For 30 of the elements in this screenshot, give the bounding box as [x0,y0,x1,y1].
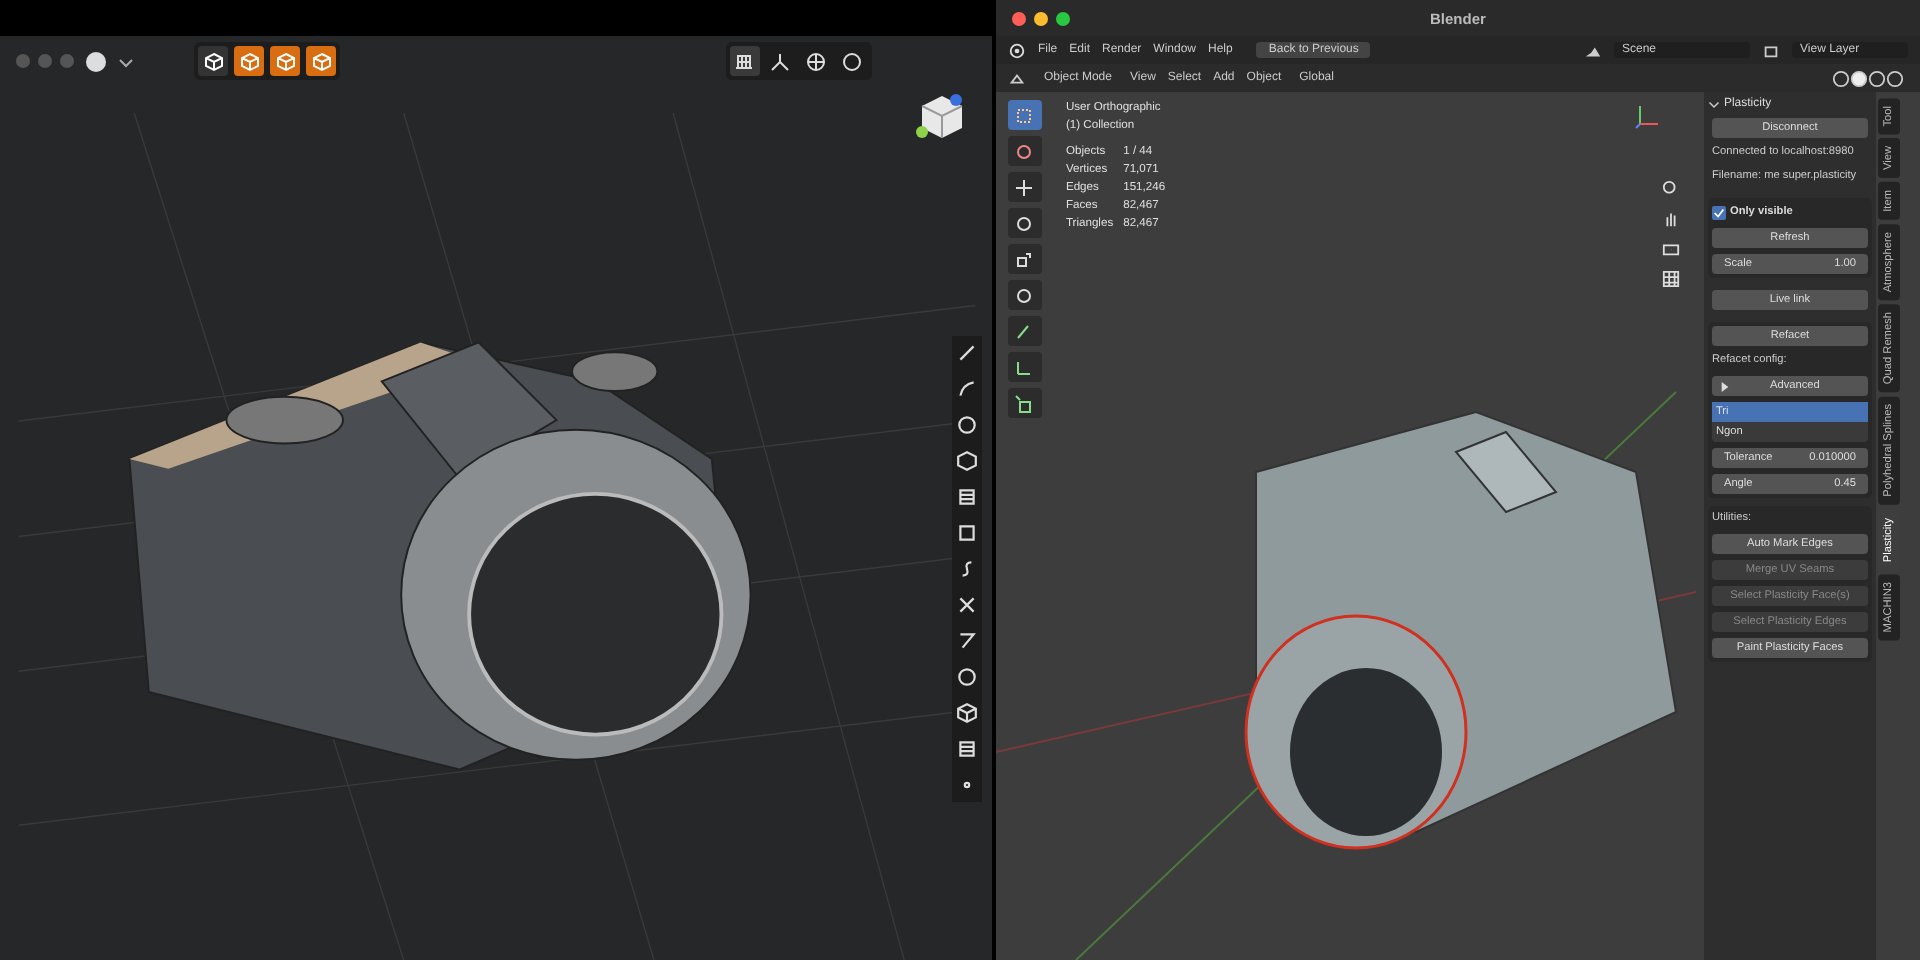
grid-icon[interactable] [729,46,760,76]
checkbox[interactable] [1711,205,1726,219]
window-control-dot[interactable] [60,54,74,68]
window-control-dot[interactable] [16,54,30,68]
zoom-button[interactable] [1055,11,1070,25]
cursor-icon[interactable] [1007,136,1042,166]
cylinder-icon[interactable] [956,738,978,760]
hexagon-icon[interactable] [956,450,978,472]
move-icon[interactable] [1007,172,1042,202]
minimize-button[interactable] [1033,11,1048,25]
axes-gizmo-icon[interactable] [1633,102,1662,130]
editor-type-icon[interactable] [1007,69,1026,87]
shading-icon[interactable] [1828,69,1908,87]
measure-icon[interactable] [1007,352,1042,382]
cube-icon[interactable] [956,702,978,724]
scale-icon[interactable] [1007,244,1042,274]
cylinder-icon[interactable] [956,486,978,508]
grid-icon[interactable] [1661,270,1680,288]
curve-icon[interactable] [956,378,978,400]
chevron-icon[interactable] [118,53,134,69]
chevron-icon[interactable] [1707,97,1720,109]
cube-icon[interactable] [198,46,228,76]
annotate-icon[interactable] [1007,316,1042,346]
window-control-dot[interactable] [38,54,52,68]
add-cube-icon[interactable] [1007,388,1042,418]
select-box-icon[interactable] [1007,100,1042,130]
avatar-icon[interactable] [86,51,106,71]
close-button[interactable] [1011,11,1026,25]
square-icon[interactable] [956,522,978,544]
line-icon[interactable] [956,342,978,364]
